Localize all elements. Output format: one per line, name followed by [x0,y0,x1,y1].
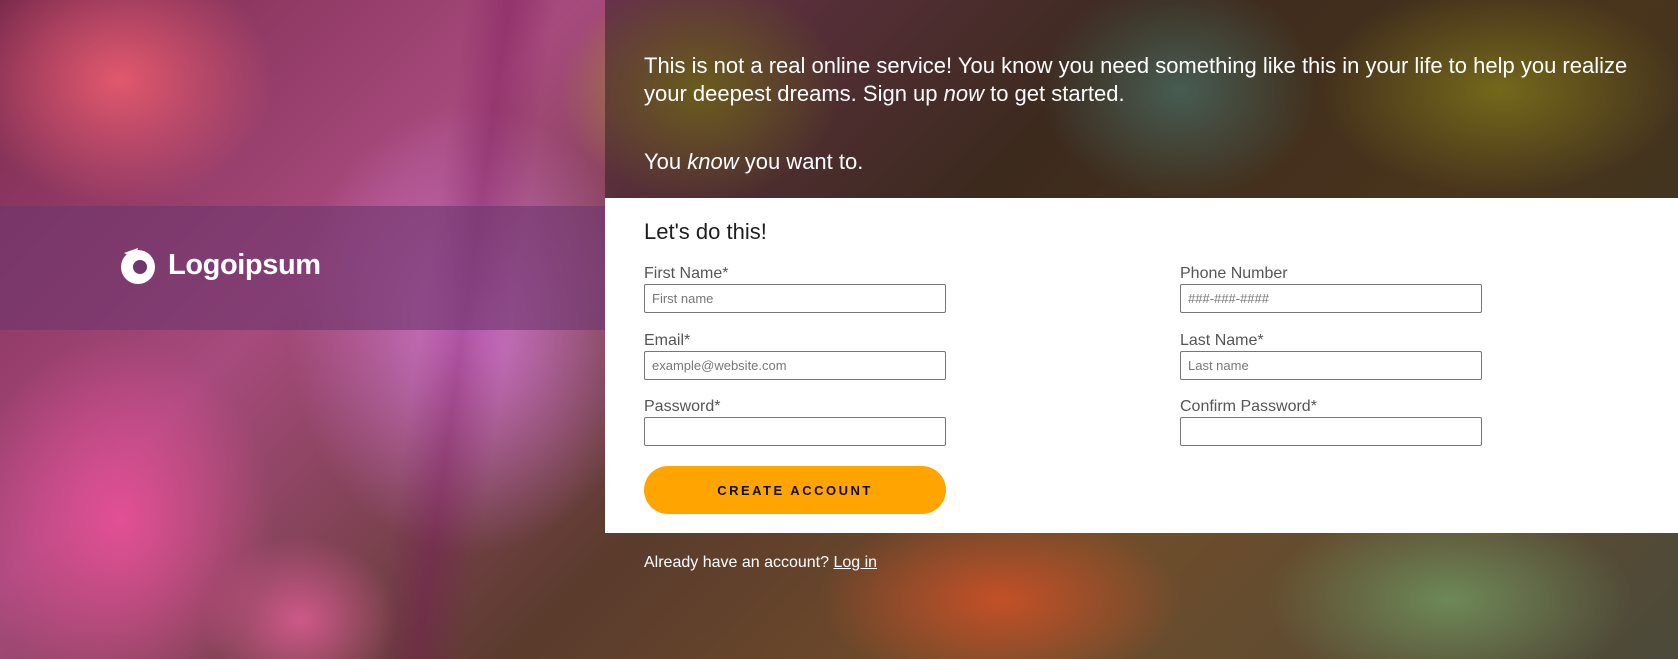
password-group: Password* [644,398,946,446]
last-name-group: Last Name* [1180,332,1482,380]
know-emphasis: know [687,149,739,174]
login-prompt: Already have an account? Log in [644,554,877,572]
intro-line-2-start: your deepest dreams. Sign up [644,81,944,106]
create-account-button[interactable]: Create Account [644,466,946,514]
email-group: Email* [644,332,946,380]
confirm-password-label: Confirm Password* [1180,398,1317,415]
intro-line-2-end: to get started. [983,81,1125,106]
first-name-group: First Name* [644,265,946,313]
email-input[interactable] [644,351,946,380]
intro-text: This is not a real online service! You k… [644,52,1678,176]
intro-know-line: You know you want to. [644,148,1678,176]
phone-label: Phone Number [1180,265,1288,282]
login-prompt-text: Already have an account? [644,554,834,571]
last-name-input[interactable] [1180,351,1482,380]
intro-line-1: This is not a real online service! You k… [644,53,1628,78]
confirm-password-group: Confirm Password* [1180,398,1482,446]
signup-page: Logoipsum This is not a real online serv… [0,0,1678,659]
password-label: Password* [644,398,721,415]
login-link[interactable]: Log in [833,554,877,571]
first-name-label: First Name* [644,265,729,282]
brand-name: Logoipsum [168,248,321,281]
know-end: you want to. [738,149,864,174]
logoipsum-mark-icon [121,248,155,284]
intro-line-2: your deepest dreams. Sign up now to get … [644,80,1678,108]
form-title: Let's do this! [644,219,767,244]
phone-group: Phone Number [1180,265,1482,313]
brand-logo: Logoipsum [118,245,321,285]
confirm-password-input[interactable] [1180,417,1482,446]
signup-form: Let's do this! First Name* Email* Passwo… [605,198,1678,533]
last-name-label: Last Name* [1180,332,1264,349]
know-start: You [644,149,688,174]
phone-input[interactable] [1180,284,1482,313]
first-name-input[interactable] [644,284,946,313]
intro-now-emphasis: now [943,81,984,106]
email-label: Email* [644,332,691,349]
password-input[interactable] [644,417,946,446]
